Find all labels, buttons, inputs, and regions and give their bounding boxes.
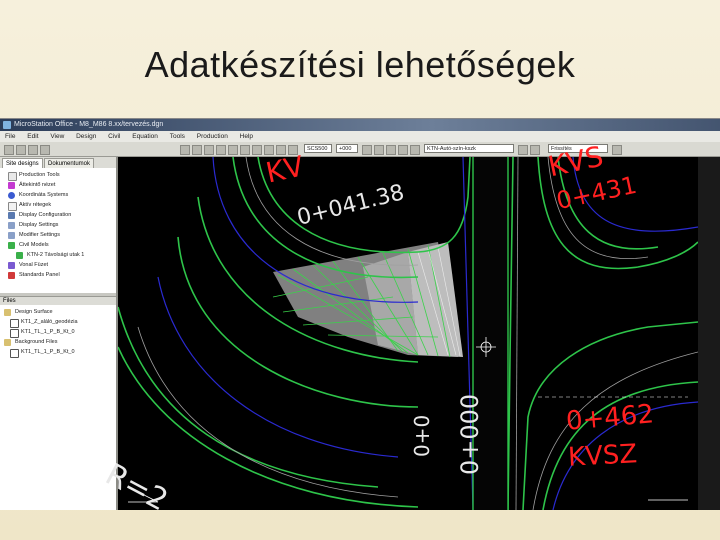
tree-item-standards-panel[interactable]: Standards Panel [8,271,60,280]
print-icon[interactable] [40,145,50,155]
globe-icon [8,192,15,199]
application-screenshot: MicroStation Office - M8_M86 8.xx/tervez… [0,118,720,510]
style-settings-icon[interactable] [612,145,622,155]
levels-icon[interactable] [252,145,262,155]
file-item-kt1-a[interactable]: KT1_TL_1_P_B_Kt_0 [10,328,75,338]
explorer-tabs: Site designs Dokumentumok [0,157,116,168]
menu-file[interactable]: File [5,133,15,140]
vertical-scrollbar[interactable] [698,157,720,510]
menu-civil[interactable]: Civil [108,133,120,140]
kvsz-label-bottom: KVSZ [567,439,638,473]
undo-icon[interactable] [180,145,190,155]
element-class-icon[interactable] [410,145,420,155]
linestyle-icon[interactable] [374,145,384,155]
paste-icon[interactable] [228,145,238,155]
level-combo[interactable]: +000 [336,144,358,153]
menu-production[interactable]: Production [197,133,228,140]
standards-icon [8,272,15,279]
checkbox-icon[interactable] [10,349,19,358]
save-icon[interactable] [28,145,38,155]
file-item-design-surface[interactable]: Design Surface [4,308,53,317]
vertical-station-b: 0+000 [456,393,484,475]
menu-help[interactable]: Help [240,133,253,140]
references-icon[interactable] [264,145,274,155]
tree-item-line-book[interactable]: Vonal Füzet [8,261,48,270]
settings-icon [8,232,15,239]
tree-item-display-configuration[interactable]: Display Configuration [8,211,71,220]
feature-combo[interactable]: KTN-Autó-szín-kszk [424,144,514,153]
window-title-bar: MicroStation Office - M8_M86 8.xx/tervez… [0,119,720,131]
settings-icon [8,222,15,229]
file-item-kt1-b[interactable]: KT1_TL_1_P_B_Kt_0 [10,348,75,358]
scale-bar [127,486,688,503]
weight-icon[interactable] [386,145,396,155]
menu-edit[interactable]: Edit [27,133,38,140]
tree-item-coordinate-systems[interactable]: Koordináta Systems [8,191,68,200]
menu-tools[interactable]: Tools [170,133,185,140]
color-icon[interactable] [362,145,372,155]
transparency-icon[interactable] [398,145,408,155]
files-header: Files [0,296,116,305]
menu-bar: File Edit View Design Civil Equation Too… [0,131,720,142]
tree-item-overview[interactable]: Áttekintő nézet [8,181,55,190]
road-icon [16,252,23,259]
attributes-icon[interactable] [240,145,250,155]
folder-icon [4,339,11,346]
slide-title: Adatkészítési lehetőségek [144,44,576,85]
tree-item-modifier-settings[interactable]: Modifier Settings [8,231,60,240]
folder-icon [4,309,11,316]
new-file-icon[interactable] [4,145,14,155]
menu-design[interactable]: Design [76,133,96,140]
tree-item-civil-models[interactable]: Civil Models [8,241,49,250]
book-icon [8,262,15,269]
vertical-station-a: 0+0 [410,414,434,457]
flower-icon [8,182,15,189]
explorer-panel: Site designs Dokumentumok Production Too… [0,157,118,510]
checkbox-icon[interactable] [10,329,19,338]
file-item-background-files[interactable]: Background Files [4,338,58,347]
copy-icon[interactable] [216,145,226,155]
document-icon [8,202,17,211]
cut-icon[interactable] [204,145,214,155]
model-icon [8,242,15,249]
tree-item-production-tools[interactable]: Production Tools [8,171,60,181]
tree-item-display-settings[interactable]: Display Settings [8,221,58,230]
folder-icon [8,172,17,181]
window-title: MicroStation Office - M8_M86 8.xx/tervez… [14,121,164,128]
menu-equation[interactable]: Equation [132,133,158,140]
file-item-geodesy[interactable]: KT1_Z_aláló_geodézia [10,318,78,328]
feature-filter-icon[interactable] [530,145,540,155]
app-icon [3,121,11,129]
tree-item-road-model[interactable]: KTN-2 Távolsági utak 1 [16,251,84,260]
open-file-icon[interactable] [16,145,26,155]
tab-site-designs[interactable]: Site designs [2,158,43,168]
tab-documents[interactable]: Dokumentumok [44,158,95,168]
checkbox-icon[interactable] [10,319,19,328]
terrain-surface [272,242,463,358]
monitor-icon [8,212,15,219]
cad-viewport[interactable]: KV 0+041.38 KVS 0+431 0+462 KVSZ 0+0 0+0… [100,140,699,510]
feature-settings-icon[interactable] [518,145,528,155]
scale-combo[interactable]: SCS500 [304,144,332,153]
toolbar: SCS500 +000 KTN-Autó-szín-kszk Frissítés [0,142,720,157]
menu-view[interactable]: View [50,133,64,140]
redo-icon[interactable] [192,145,202,155]
tree-item-active-levels[interactable]: Aktív rétegek [8,201,51,211]
